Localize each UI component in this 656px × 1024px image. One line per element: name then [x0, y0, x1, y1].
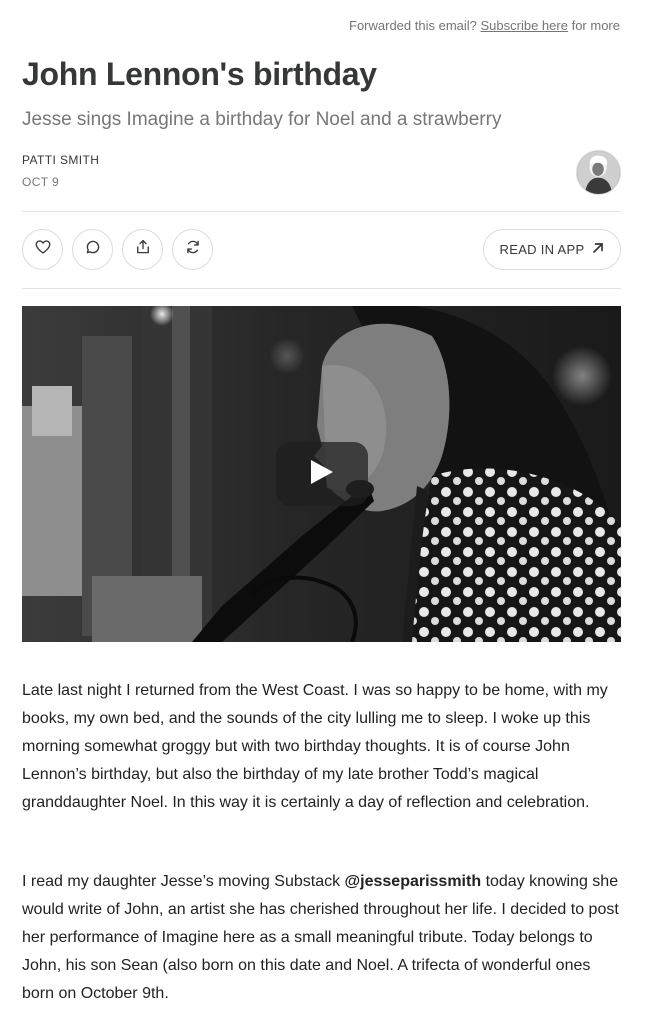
post-date: OCT 9 — [22, 175, 60, 189]
share-button[interactable] — [122, 229, 163, 270]
forward-prefix: Forwarded this email? — [349, 18, 477, 33]
subscribe-link[interactable]: Subscribe here — [481, 18, 568, 33]
heart-icon — [34, 238, 52, 261]
forward-notice: Forwarded this email? Subscribe here for… — [349, 18, 620, 33]
body-paragraph-1: Late last night I returned from the West… — [22, 682, 608, 811]
share-icon — [134, 238, 152, 261]
post-subtitle: Jesse sings Imagine a birthday for Noel … — [22, 109, 502, 130]
play-icon — [309, 458, 335, 491]
body-paragraph-2-end: today knowing she would write of John, a… — [22, 873, 619, 1002]
divider-top — [22, 211, 621, 212]
author-name[interactable]: PATTI SMITH — [22, 153, 99, 167]
play-button[interactable] — [276, 442, 368, 506]
author-mention-link[interactable]: @jesseparissmith — [345, 873, 482, 890]
comment-icon — [84, 238, 102, 261]
author-avatar[interactable] — [576, 150, 621, 195]
comment-button[interactable] — [72, 229, 113, 270]
video-embed[interactable] — [22, 306, 621, 642]
read-in-app-label: READ IN APP — [499, 242, 585, 257]
post-title[interactable]: John Lennon's birthday — [22, 56, 377, 93]
arrow-up-right-icon — [592, 242, 604, 257]
restack-icon — [184, 238, 202, 261]
email-page: Forwarded this email? Subscribe here for… — [0, 0, 656, 1024]
body-paragraph-2-start: I read my daughter Jesse’s moving Substa… — [22, 873, 341, 890]
read-in-app-button[interactable]: READ IN APP — [483, 229, 621, 270]
avatar-image — [577, 151, 620, 194]
body-paragraph-2: I read my daughter Jesse’s moving Substa… — [22, 868, 622, 1008]
like-button[interactable] — [22, 229, 63, 270]
forward-suffix: for more — [571, 18, 620, 33]
restack-button[interactable] — [172, 229, 213, 270]
divider-bottom — [22, 288, 621, 289]
